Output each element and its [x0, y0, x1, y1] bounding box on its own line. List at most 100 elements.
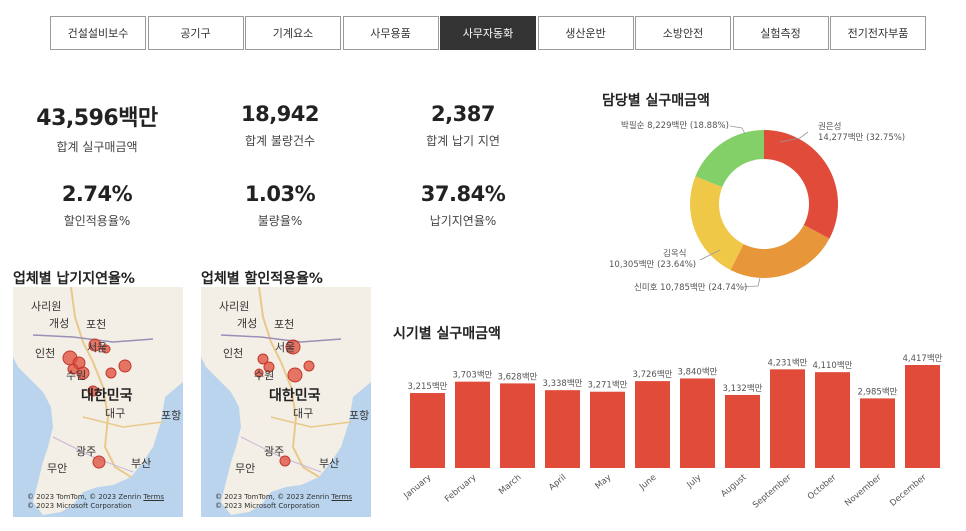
- discount-map[interactable]: 사리원 개성 포천 인천 서울 수원 대한민국 대구 포항 광주 부산 무안 ©…: [201, 287, 371, 517]
- monthly-bar-chart: 3,215백만 January 3,703백만 February 3,628백만 Marc…: [400, 348, 950, 531]
- map-copyright-line1: © 2023 TomTom, © 2023 Zenrin: [27, 493, 142, 501]
- map-label-kaesong: 개성: [237, 317, 258, 330]
- x-tick-label: March: [497, 473, 523, 497]
- kpi-total-defects-label: 합계 불량건수: [244, 134, 316, 148]
- x-tick-label: June: [637, 473, 658, 493]
- map-copyright: © 2023 TomTom, © 2023 Zenrin Terms © 202…: [27, 493, 164, 511]
- bar-april[interactable]: [545, 390, 580, 468]
- bar-chart-title: 시기별 실구매금액: [393, 326, 501, 342]
- kpi-total-delays-value: 2,387: [431, 102, 495, 126]
- bar-november[interactable]: [860, 398, 895, 468]
- tab-office-supplies[interactable]: 사무용품: [342, 16, 439, 50]
- kpi-total-sales: 43,596백만 합계 실구매금액: [7, 100, 187, 155]
- donut-label-kwon-value: 14,277백만 (32.75%): [818, 133, 906, 143]
- bar-data-label: 3,132백만: [723, 383, 763, 394]
- bar-data-label: 3,215백만: [408, 381, 448, 392]
- bar-data-label: 4,417백만: [903, 353, 943, 364]
- kpi-total-delays-label: 합계 납기 지연: [426, 134, 500, 148]
- tab-lab-measurement[interactable]: 실험측정: [732, 16, 829, 50]
- kpi-discount-rate: 2.74% 할인적용율%: [7, 182, 187, 229]
- map-copyright-line1: © 2023 TomTom, © 2023 Zenrin: [215, 493, 330, 501]
- donut-label-kim-name: 김옥식: [663, 249, 687, 259]
- tab-machine-parts[interactable]: 기계요소: [245, 16, 341, 50]
- map-label-sariwon: 사리원: [31, 300, 62, 313]
- map-label-kaesong: 개성: [49, 317, 70, 330]
- donut-label-park: 박필순 8,229백만 (18.88%): [621, 121, 729, 131]
- donut-label-kwon-name: 권은성: [818, 122, 842, 132]
- bar-data-label: 3,628백만: [498, 371, 538, 382]
- bar-july[interactable]: [680, 378, 715, 468]
- bar-data-label: 3,703백만: [453, 370, 493, 381]
- bar-data-label: 4,231백만: [768, 357, 808, 368]
- kpi-discount-rate-label: 할인적용율%: [63, 214, 131, 228]
- bar-data-label: 3,726백만: [633, 369, 673, 380]
- map-label-daegu: 대구: [293, 407, 314, 420]
- monthly-bar-chart-svg: 3,215백만 January 3,703백만 February 3,628백만 Marc…: [402, 353, 943, 510]
- kpi-total-sales-value: 43,596백만: [36, 106, 158, 131]
- delay-map[interactable]: 사리원 개성 포천 인천 서울 수원 대한민국 대구 포항 광주 부산 무안 ©…: [13, 287, 183, 517]
- donut-slice-kim[interactable]: [689, 176, 744, 270]
- map-label-sariwon: 사리원: [219, 300, 250, 313]
- map-label-suwon: 수원: [254, 369, 275, 382]
- map-label-incheon: 인천: [35, 347, 56, 360]
- donut-leader-park: [729, 125, 746, 135]
- bar-march[interactable]: [500, 383, 535, 468]
- map-label-seoul: 서울: [275, 341, 296, 354]
- x-tick-label: November: [843, 472, 884, 508]
- map-label-gwangju: 광주: [76, 445, 97, 458]
- kpi-discount-rate-value: 2.74%: [61, 182, 133, 206]
- bar-december[interactable]: [905, 365, 940, 468]
- donut-label-kim-value: 10,305백만 (23.64%): [609, 260, 697, 270]
- map-terms-link[interactable]: Terms: [143, 493, 164, 501]
- bar-data-label: 4,110백만: [813, 360, 853, 371]
- bar-june[interactable]: [635, 381, 670, 468]
- map-label-muan: 무안: [235, 462, 256, 475]
- bar-data-label: 3,271백만: [588, 380, 628, 391]
- bar-august[interactable]: [725, 394, 760, 468]
- donut-slice-park[interactable]: [695, 130, 764, 188]
- tab-office-automation[interactable]: 사무자동화: [440, 16, 536, 50]
- kpi-delay-rate: 37.84% 납기지연율%: [373, 182, 553, 229]
- tab-construction[interactable]: 건설설비보수: [50, 16, 146, 50]
- bar-september[interactable]: [770, 369, 805, 468]
- map-label-daegu: 대구: [105, 407, 126, 420]
- kpi-defect-rate: 1.03% 불량율%: [190, 182, 370, 229]
- donut-slice-kwon[interactable]: [764, 130, 838, 239]
- x-tick-label: February: [443, 473, 478, 505]
- map-terms-link[interactable]: Terms: [331, 493, 352, 501]
- tab-electronic-parts[interactable]: 전기전자부품: [830, 16, 926, 50]
- x-tick-label: September: [751, 472, 794, 510]
- kpi-total-defects-value: 18,942: [240, 102, 320, 126]
- map-label-pocheon: 포천: [274, 318, 295, 331]
- kpi-total-delays: 2,387 합계 납기 지연: [373, 102, 553, 149]
- donut-title: 담당별 실구매금액: [602, 93, 710, 109]
- map-label-pohang: 포항: [349, 409, 370, 422]
- tab-fire-safety[interactable]: 소방안전: [635, 16, 731, 50]
- map-label-pocheon: 포천: [86, 318, 107, 331]
- bar-february[interactable]: [455, 381, 490, 468]
- map-label-busan: 부산: [319, 457, 340, 470]
- x-tick-label: August: [719, 472, 749, 499]
- bar-october[interactable]: [815, 372, 850, 468]
- donut-label-shin: 신미호 10,785백만 (24.74%): [634, 283, 748, 293]
- donut-slice-shin[interactable]: [730, 225, 830, 278]
- tab-production-transport[interactable]: 생산운반: [537, 16, 634, 50]
- category-tab-bar: 건설설비보수 공기구 기계요소 사무용품 사무자동화 생산운반 소방안전 실험측…: [50, 16, 928, 50]
- delay-map-title: 업체별 납기지연율%: [13, 271, 135, 287]
- map-label-seoul: 서울: [87, 341, 108, 354]
- bar-data-label: 2,985백만: [858, 386, 898, 397]
- kpi-delay-rate-value: 37.84%: [420, 182, 506, 206]
- map-label-gwangju: 광주: [264, 445, 285, 458]
- x-tick-label: July: [685, 473, 704, 491]
- x-tick-label: December: [888, 472, 929, 508]
- kpi-total-sales-label: 합계 실구매금액: [56, 140, 138, 154]
- map-label-incheon: 인천: [223, 347, 244, 360]
- map-label-pohang: 포항: [161, 409, 182, 422]
- bar-may[interactable]: [590, 391, 625, 468]
- x-tick-label: May: [594, 473, 614, 492]
- bar-data-label: 3,338백만: [543, 378, 583, 389]
- map-label-muan: 무안: [47, 462, 68, 475]
- map-label-busan: 부산: [131, 457, 152, 470]
- bar-january[interactable]: [410, 393, 445, 468]
- tab-tools[interactable]: 공기구: [147, 16, 244, 50]
